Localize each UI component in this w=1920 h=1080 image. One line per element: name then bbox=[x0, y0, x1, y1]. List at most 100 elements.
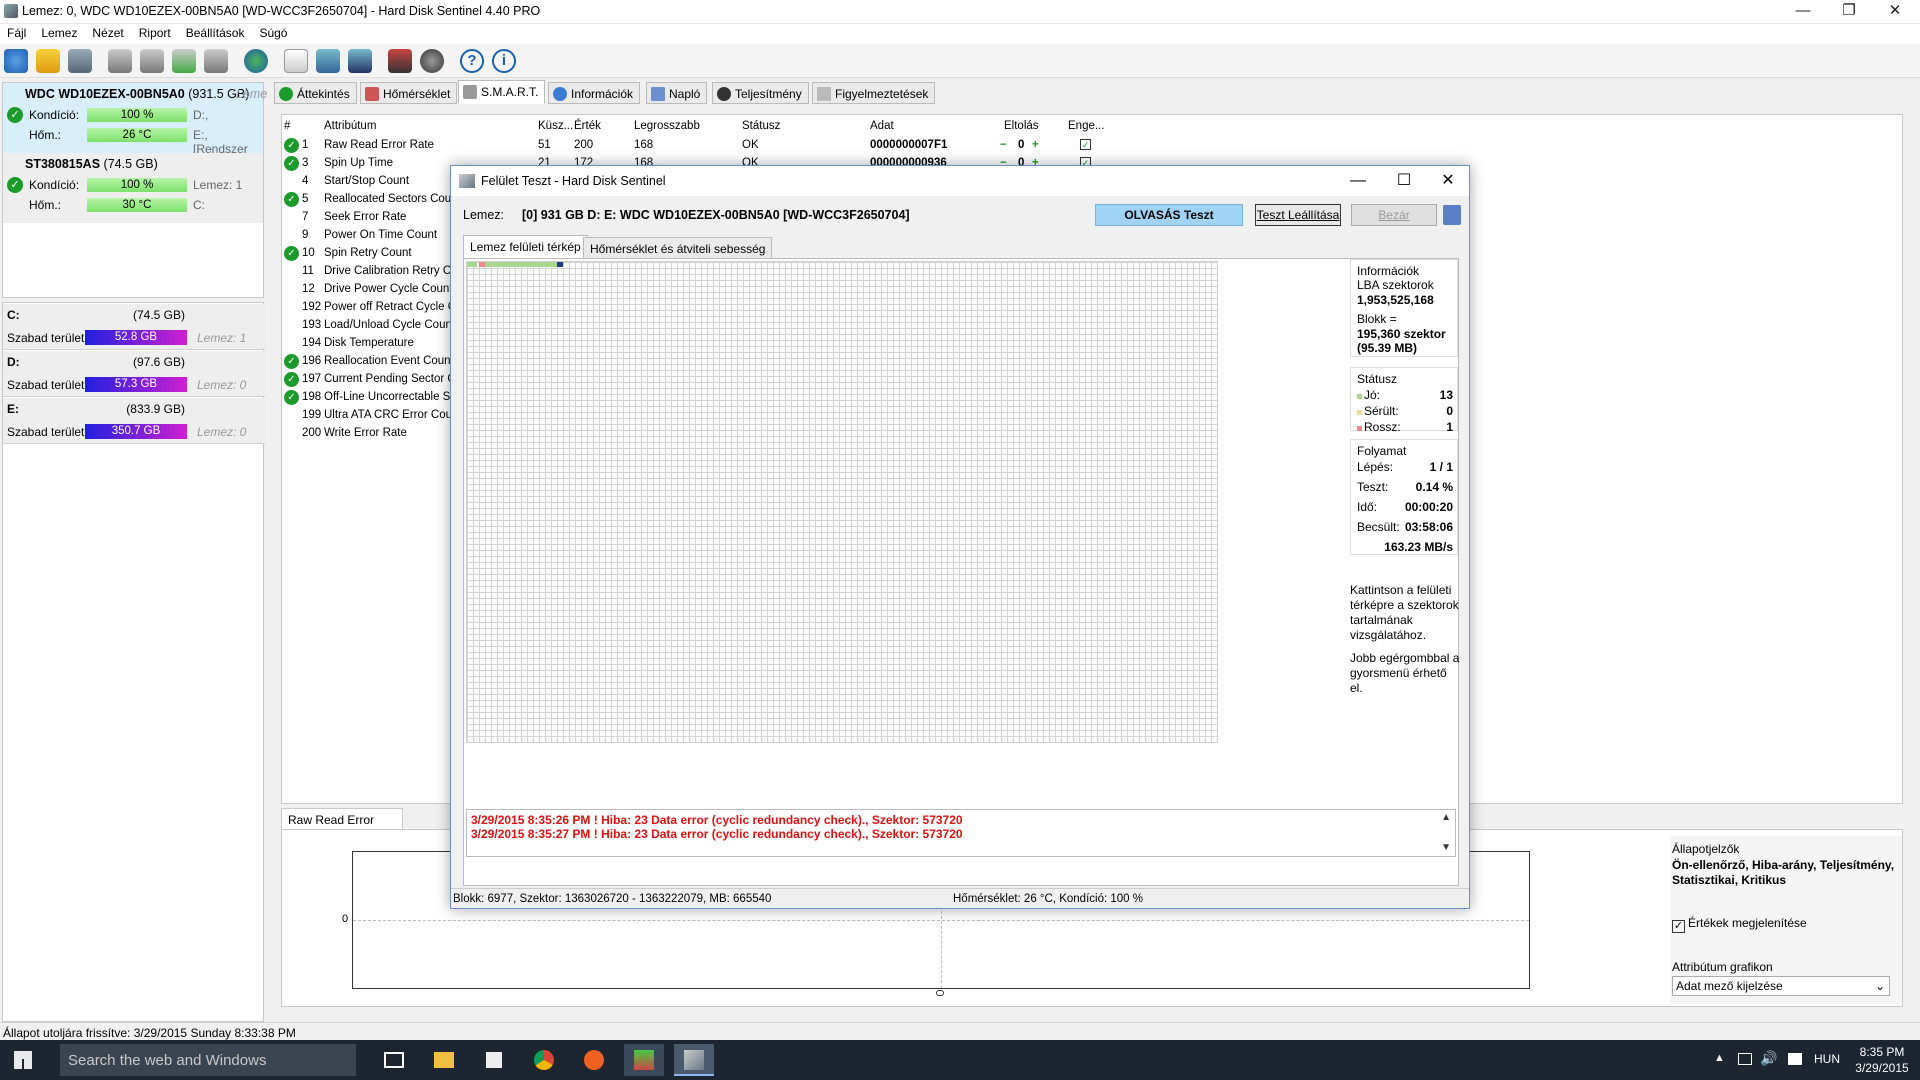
test-icon[interactable] bbox=[108, 49, 132, 73]
disk-icon[interactable] bbox=[68, 49, 92, 73]
col-value[interactable]: Érték bbox=[574, 120, 601, 132]
report-icon[interactable] bbox=[284, 49, 308, 73]
store-icon[interactable] bbox=[474, 1044, 514, 1076]
cell-id: 7 bbox=[302, 211, 309, 223]
notification-tray-icon[interactable] bbox=[1788, 1053, 1802, 1065]
tab-log[interactable]: Napló bbox=[646, 82, 708, 104]
tab-performance[interactable]: Teljesítmény bbox=[712, 82, 809, 104]
tab-alerts[interactable]: Figyelmeztetések bbox=[812, 82, 936, 104]
tab-smart[interactable]: S.M.A.R.T. bbox=[458, 80, 546, 104]
menu-disk[interactable]: Lemez bbox=[34, 24, 85, 40]
minus-icon[interactable]: − bbox=[1000, 139, 1007, 151]
cell-offset[interactable]: 0 bbox=[1018, 139, 1024, 151]
refresh-icon[interactable] bbox=[4, 49, 28, 73]
clock[interactable]: 8:35 PM 3/29/2015 bbox=[1852, 1044, 1912, 1076]
graph-select[interactable]: Adat mező kijelzése ⌄ bbox=[1672, 976, 1890, 996]
minimize-button[interactable]: — bbox=[1780, 0, 1826, 24]
file-explorer-icon[interactable] bbox=[424, 1044, 464, 1076]
step-value: 1 / 1 bbox=[1429, 460, 1453, 474]
help-icon[interactable]: ? bbox=[460, 49, 484, 73]
warning-icon[interactable] bbox=[36, 49, 60, 73]
task-view-icon[interactable] bbox=[374, 1044, 414, 1076]
network-tray-icon[interactable] bbox=[1738, 1053, 1752, 1065]
menu-settings[interactable]: Beállítások bbox=[179, 24, 253, 40]
volume-d[interactable]: D: (97.6 GB) Szabad terület 57.3 GB Lemez: 0 bbox=[3, 351, 265, 397]
cell-name: Ultra ATA CRC Error Cour bbox=[324, 409, 456, 421]
plus-icon[interactable]: + bbox=[1032, 139, 1039, 151]
table-row[interactable]: ✓ 1 Raw Read Error Rate 51 200 168 OK 000000000… bbox=[282, 137, 1102, 155]
status-title: Státusz bbox=[1357, 372, 1398, 386]
bad-count: 1 bbox=[1446, 420, 1453, 434]
tools-icon[interactable] bbox=[204, 49, 228, 73]
menu-view[interactable]: Nézet bbox=[85, 24, 131, 40]
cell-data: 0000000007F1 bbox=[870, 139, 948, 151]
volume-tray-icon[interactable]: 🔊 bbox=[1760, 1050, 1777, 1067]
scroll-down-icon[interactable]: ▼ bbox=[1441, 842, 1451, 853]
windows-start-icon[interactable] bbox=[14, 1051, 32, 1069]
maximize-button[interactable]: ❐ bbox=[1826, 0, 1872, 24]
dialog-maximize-button[interactable]: ☐ bbox=[1381, 166, 1427, 196]
app-chart-icon[interactable] bbox=[624, 1044, 664, 1076]
col-attribute[interactable]: Attribútum bbox=[324, 120, 376, 132]
tab-overview[interactable]: Áttekintés bbox=[274, 82, 357, 104]
save-icon[interactable] bbox=[1443, 205, 1461, 225]
dialog-close-button[interactable]: ✕ bbox=[1425, 166, 1471, 196]
close-dialog-button[interactable]: Bezár bbox=[1351, 204, 1437, 226]
info-icon[interactable]: i bbox=[492, 49, 516, 73]
col-enabled[interactable]: Enge... bbox=[1068, 120, 1104, 132]
chart-scroll-handle[interactable] bbox=[936, 990, 944, 996]
network-icon[interactable] bbox=[348, 49, 372, 73]
tab-temp-speed[interactable]: Hőmérséklet és átviteli sebesség bbox=[583, 237, 773, 259]
col-threshold[interactable]: Küsz... bbox=[538, 120, 573, 132]
hint-click: Kattintson a felületi térképre a szektor… bbox=[1350, 583, 1459, 642]
tab-information[interactable]: Információk bbox=[548, 82, 641, 104]
volume-c[interactable]: C: (74.5 GB) Szabad terület 52.8 GB Lemez: 1 bbox=[3, 304, 265, 350]
volume-e[interactable]: E: (833.9 GB) Szabad terület 350.7 GB Lemez:… bbox=[3, 398, 265, 444]
block-label: Blokk = bbox=[1357, 312, 1397, 326]
chrome-icon[interactable] bbox=[524, 1044, 564, 1076]
tray-chevron-icon[interactable]: ▲ bbox=[1714, 1052, 1725, 1064]
sync-icon[interactable] bbox=[316, 49, 340, 73]
cell-val: 200 bbox=[574, 139, 594, 151]
stop-test-button[interactable]: Teszt Leállítása bbox=[1255, 204, 1341, 226]
block-value: 195,360 szektor bbox=[1357, 327, 1446, 341]
graph-select-label: Attribútum grafikon bbox=[1672, 960, 1773, 974]
cell-id: 10 bbox=[302, 247, 315, 259]
tab-label: S.M.A.R.T. bbox=[481, 85, 539, 99]
menu-help[interactable]: Súgó bbox=[252, 24, 295, 40]
tab-temperature[interactable]: Hőmérséklet bbox=[360, 82, 458, 104]
gear-icon[interactable] bbox=[420, 49, 444, 73]
globe-icon[interactable] bbox=[244, 49, 268, 73]
enabled-checkbox[interactable]: ✓ bbox=[1080, 139, 1091, 150]
disk-0-card[interactable]: WDC WD10EZEX-00BN5A0 (931.5 GB) Leme ✓ Kon… bbox=[3, 83, 267, 156]
col-worst[interactable]: Legrosszabb bbox=[634, 120, 700, 132]
ok-icon bbox=[279, 87, 293, 101]
col-status[interactable]: Státusz bbox=[742, 120, 780, 132]
disk-1-card[interactable]: ST380815AS (74.5 GB) ✓ Kondíció: 100 % Leme… bbox=[3, 153, 263, 223]
taskbar-search[interactable]: Search the web and Windows bbox=[60, 1044, 356, 1076]
tab-surface-map[interactable]: Lemez felületi térkép bbox=[463, 235, 588, 259]
scroll-up-icon[interactable]: ▲ bbox=[1441, 812, 1451, 823]
disk-0-name: WDC WD10EZEX-00BN5A0 bbox=[25, 87, 185, 101]
window-title: Lemez: 0, WDC WD10EZEX-00BN5A0 [WD-WCC3F… bbox=[22, 4, 541, 18]
col-offset[interactable]: Eltolás bbox=[1004, 120, 1039, 132]
media-player-icon[interactable] bbox=[574, 1044, 614, 1076]
menu-report[interactable]: Riport bbox=[132, 24, 179, 40]
menu-file[interactable]: Fájl bbox=[0, 24, 34, 40]
language-indicator[interactable]: HUN bbox=[1814, 1052, 1840, 1066]
read-test-button[interactable]: OLVASÁS Teszt bbox=[1095, 204, 1243, 226]
surface-test-icon[interactable] bbox=[140, 49, 164, 73]
chart-icon[interactable] bbox=[388, 49, 412, 73]
show-values-checkbox[interactable]: ✓ Értékek megjelenítése bbox=[1672, 916, 1807, 933]
attr-chart-tab[interactable]: Raw Read Error Rate bbox=[281, 808, 403, 841]
dialog-minimize-button[interactable]: — bbox=[1335, 166, 1381, 196]
options-title: Állapotjelzők bbox=[1672, 842, 1740, 856]
ok-test-icon[interactable] bbox=[172, 49, 196, 73]
hdsentinel-taskbar-icon[interactable] bbox=[674, 1044, 714, 1076]
toolbar: ? i bbox=[0, 44, 1920, 78]
cell-name: Raw Read Error Rate bbox=[324, 139, 434, 151]
col-data[interactable]: Adat bbox=[870, 120, 894, 132]
surface-map-grid[interactable] bbox=[466, 261, 1218, 743]
col-id[interactable]: # bbox=[284, 120, 290, 132]
close-button[interactable]: ✕ bbox=[1872, 0, 1918, 24]
